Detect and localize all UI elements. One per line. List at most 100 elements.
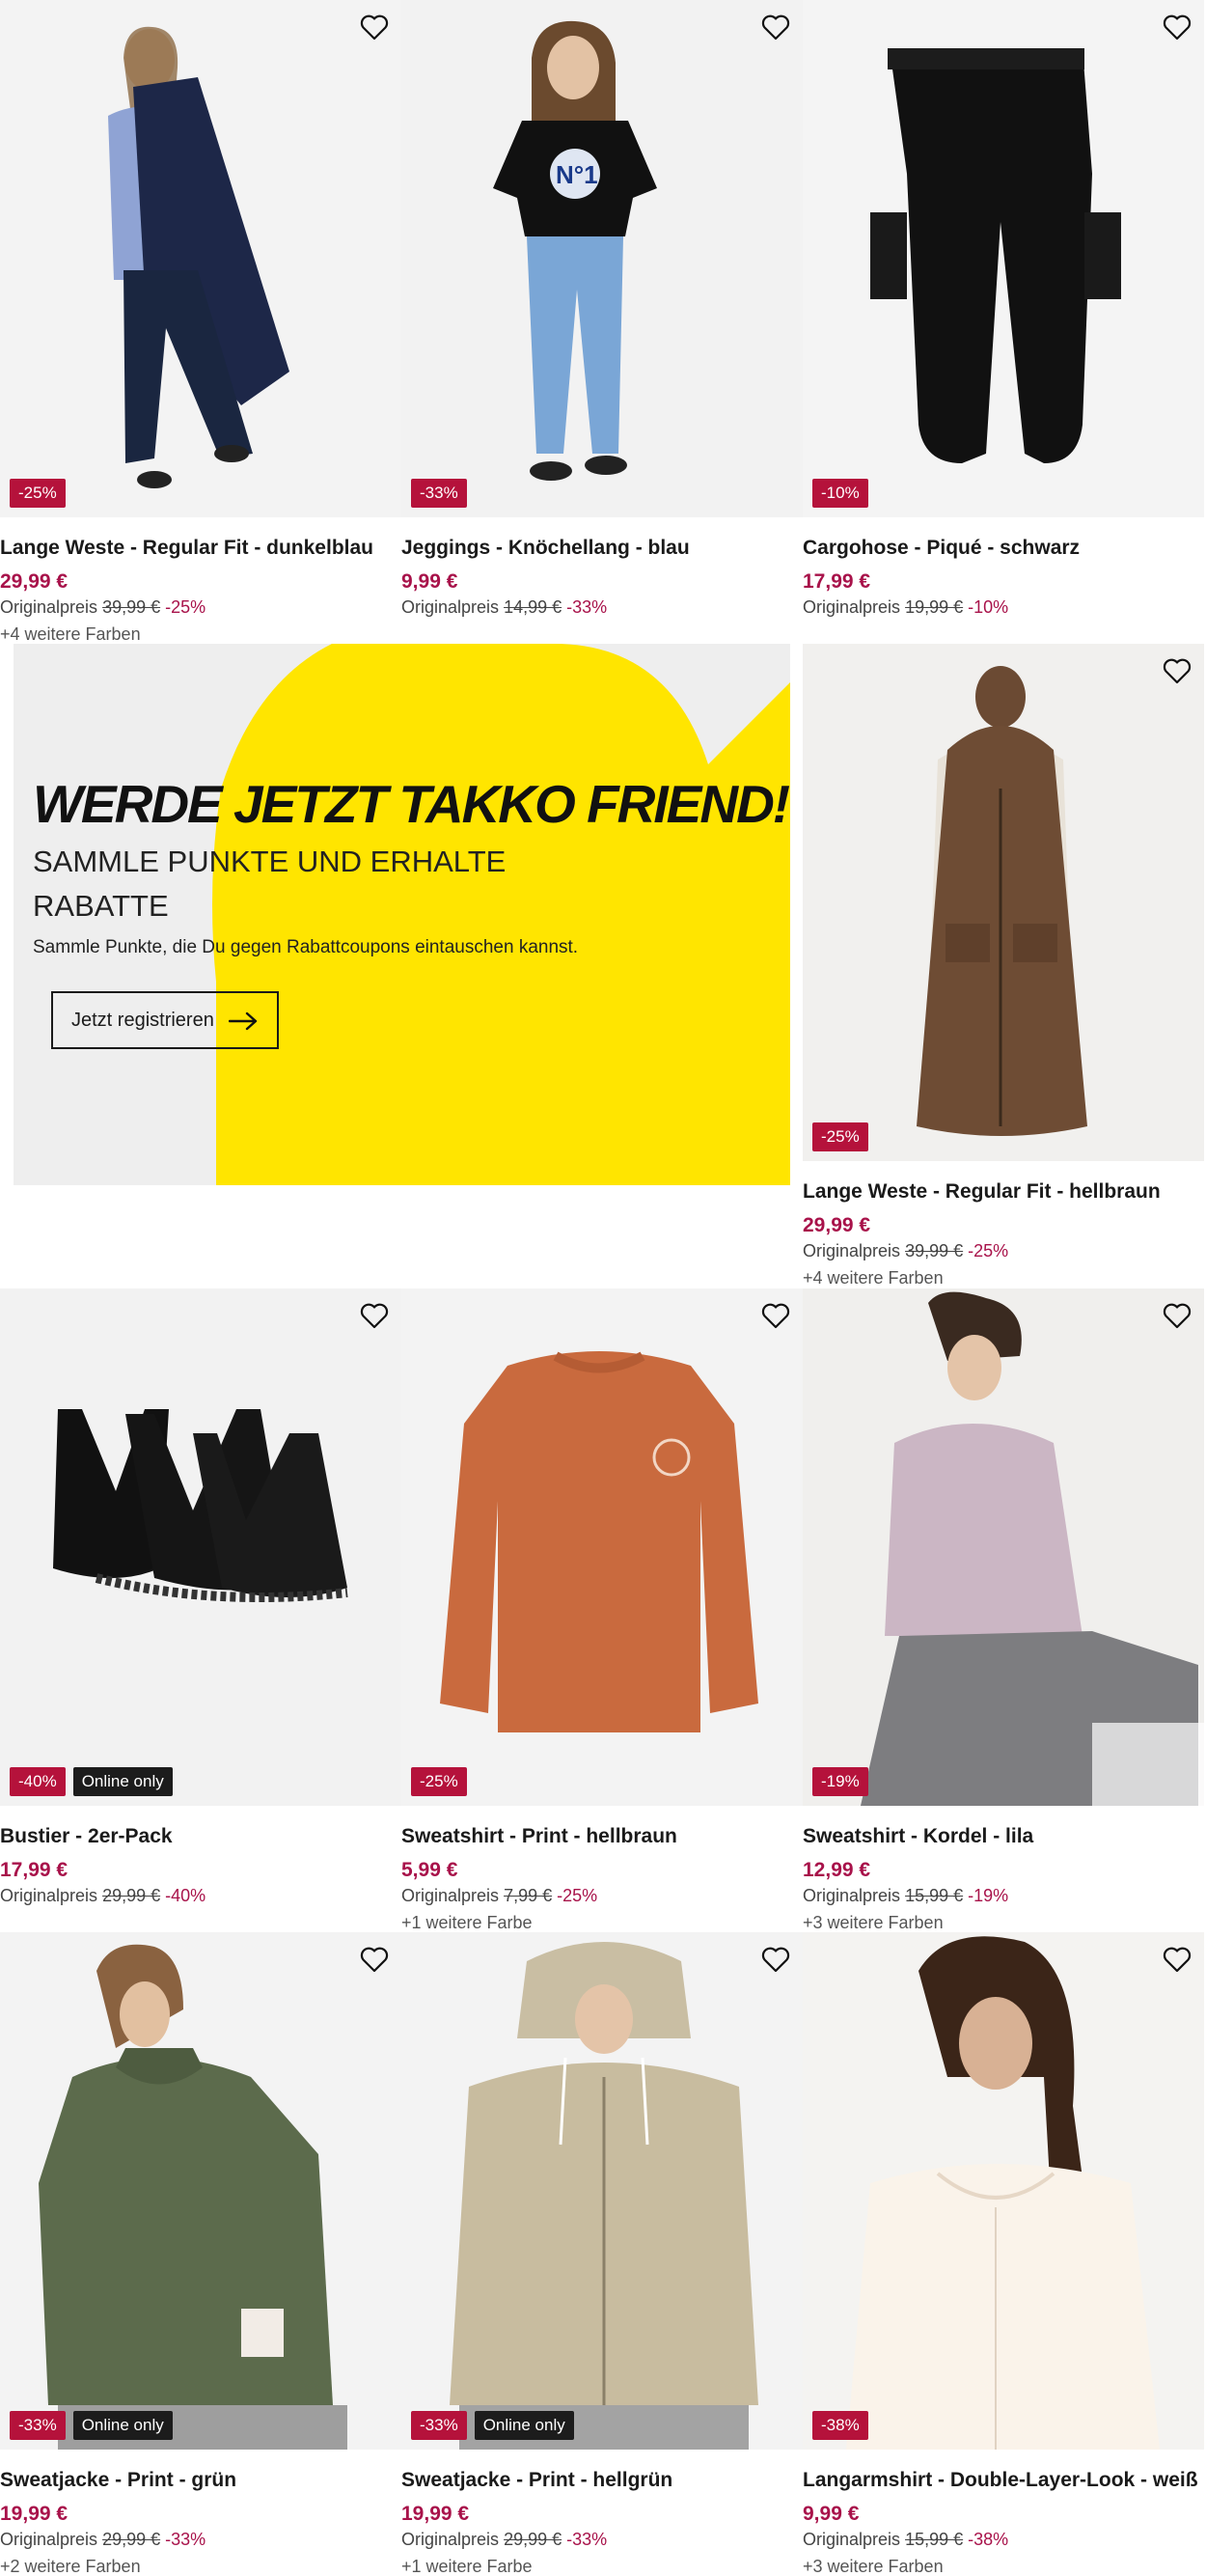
more-colors-link[interactable]: +1 weitere Farbe — [401, 1911, 803, 1934]
sale-price: 17,99 € — [803, 570, 871, 593]
original-price-label: Originalpreis — [803, 597, 901, 617]
more-colors-link[interactable]: +1 weitere Farbe — [401, 2555, 803, 2576]
original-price-line: Originalpreis 15,99 € -38% — [803, 2528, 1204, 2551]
product-title[interactable]: Sweatshirt - Kordel - lila — [803, 1824, 1204, 1849]
product-title[interactable]: Langarmshirt - Double-Layer-Look - weiß — [803, 2468, 1204, 2493]
product-card[interactable]: N°1 -33% Jeggings - Knöchellang - blau 9… — [401, 0, 803, 619]
badge-group: -25% — [812, 1122, 868, 1151]
original-price-label: Originalpreis — [401, 2530, 500, 2549]
product-image[interactable]: -25% — [401, 1288, 803, 1806]
promo-subline: SAMMLE PUNKTE UND ERHALTE RABATTE — [33, 845, 507, 923]
product-title[interactable]: Sweatjacke - Print - hellgrün — [401, 2468, 803, 2493]
badge-group: -33% Online only — [10, 2411, 173, 2440]
heart-outline-icon[interactable] — [758, 10, 793, 44]
more-colors-link[interactable]: +3 weitere Farben — [803, 2555, 1204, 2576]
product-card[interactable]: -10% Cargohose - Piqué - schwarz 17,99 €… — [803, 0, 1204, 619]
promo-headline: WERDE JETZT TAKKO FRIEND! — [33, 774, 790, 834]
badge-group: -38% — [812, 2411, 868, 2440]
online-only-badge: Online only — [72, 2411, 173, 2440]
register-button[interactable]: Jetzt registrieren — [51, 991, 279, 1049]
online-only-badge: Online only — [474, 2411, 574, 2440]
svg-text:N°1: N°1 — [556, 160, 598, 189]
sale-price: 9,99 € — [401, 570, 458, 593]
product-card[interactable]: -33% Online only Sweatjacke - Print - he… — [401, 1932, 803, 2576]
heart-outline-icon[interactable] — [758, 1298, 793, 1333]
badge-group: -19% — [812, 1767, 868, 1796]
heart-outline-icon[interactable] — [357, 1942, 392, 1977]
sale-price: 9,99 € — [803, 2503, 860, 2525]
heart-outline-icon[interactable] — [357, 10, 392, 44]
sale-price: 17,99 € — [0, 1859, 69, 1881]
product-card[interactable]: -40% Online only Bustier - 2er-Pack 17,9… — [0, 1288, 401, 1907]
original-price: 29,99 € — [102, 1886, 161, 1905]
heart-outline-icon[interactable] — [357, 1298, 392, 1333]
product-card[interactable]: -25% Sweatshirt - Print - hellbraun 5,99… — [401, 1288, 803, 1934]
original-price: 29,99 € — [504, 2530, 562, 2549]
product-photo — [803, 644, 1204, 1161]
heart-outline-icon[interactable] — [1160, 10, 1194, 44]
discount-percent: -25% — [968, 1241, 1009, 1260]
more-colors-link[interactable]: +2 weitere Farben — [0, 2555, 401, 2576]
product-title[interactable]: Lange Weste - Regular Fit - hellbraun — [803, 1179, 1204, 1205]
discount-percent: -25% — [557, 1886, 598, 1905]
product-title[interactable]: Bustier - 2er-Pack — [0, 1824, 401, 1849]
arrow-right-icon — [229, 1011, 258, 1031]
product-image[interactable]: -10% — [803, 0, 1204, 517]
product-photo — [803, 0, 1204, 517]
product-image[interactable]: N°1 -33% — [401, 0, 803, 517]
original-price-label: Originalpreis — [0, 597, 98, 617]
product-image[interactable]: -38% — [803, 1932, 1204, 2450]
discount-badge: -40% — [10, 1767, 66, 1796]
discount-badge: -33% — [10, 2411, 66, 2440]
product-title[interactable]: Lange Weste - Regular Fit - dunkelblau — [0, 536, 401, 561]
product-photo: N°1 — [401, 0, 803, 517]
product-image[interactable]: -33% Online only — [0, 1932, 401, 2450]
original-price: 14,99 € — [504, 597, 562, 617]
original-price: 29,99 € — [102, 2530, 161, 2549]
product-photo — [0, 0, 401, 517]
discount-badge: -25% — [812, 1122, 868, 1151]
product-title[interactable]: Sweatshirt - Print - hellbraun — [401, 1824, 803, 1849]
product-card[interactable]: -25% Lange Weste - Regular Fit - dunkelb… — [0, 0, 401, 646]
badge-group: -33% — [411, 479, 467, 508]
product-title[interactable]: Cargohose - Piqué - schwarz — [803, 536, 1204, 561]
heart-outline-icon[interactable] — [758, 1942, 793, 1977]
register-button-label: Jetzt registrieren — [71, 1009, 214, 1031]
heart-outline-icon[interactable] — [1160, 653, 1194, 688]
product-title[interactable]: Jeggings - Knöchellang - blau — [401, 536, 803, 561]
product-card[interactable]: -25% Lange Weste - Regular Fit - hellbra… — [803, 644, 1204, 1289]
discount-percent: -10% — [968, 597, 1009, 617]
more-colors-link[interactable]: +4 weitere Farben — [0, 623, 401, 646]
original-price-line: Originalpreis 39,99 € -25% — [803, 1239, 1204, 1262]
product-image[interactable]: -25% — [0, 0, 401, 517]
online-only-badge: Online only — [72, 1767, 173, 1796]
discount-percent: -33% — [566, 2530, 608, 2549]
takko-friend-promo-banner[interactable]: WERDE JETZT TAKKO FRIEND! SAMMLE PUNKTE … — [14, 644, 790, 1185]
product-image[interactable]: -33% Online only — [401, 1932, 803, 2450]
product-image[interactable]: -40% Online only — [0, 1288, 401, 1806]
discount-percent: -38% — [968, 2530, 1009, 2549]
product-photo — [0, 1932, 401, 2450]
product-card[interactable]: -19% Sweatshirt - Kordel - lila 12,99 € … — [803, 1288, 1204, 1934]
product-title[interactable]: Sweatjacke - Print - grün — [0, 2468, 401, 2493]
discount-percent: -33% — [165, 2530, 206, 2549]
product-photo — [803, 1288, 1204, 1806]
sale-price: 12,99 € — [803, 1859, 871, 1881]
sale-price: 29,99 € — [803, 1214, 871, 1236]
product-card[interactable]: -38% Langarmshirt - Double-Layer-Look - … — [803, 1932, 1204, 2576]
badge-group: -25% — [10, 479, 66, 508]
heart-outline-icon[interactable] — [1160, 1298, 1194, 1333]
discount-badge: -10% — [812, 479, 868, 508]
original-price-label: Originalpreis — [803, 1241, 901, 1260]
product-card[interactable]: -33% Online only Sweatjacke - Print - gr… — [0, 1932, 401, 2576]
original-price-line: Originalpreis 7,99 € -25% — [401, 1884, 803, 1907]
product-image[interactable]: -25% — [803, 644, 1204, 1161]
heart-outline-icon[interactable] — [1160, 1942, 1194, 1977]
original-price-label: Originalpreis — [803, 2530, 901, 2549]
original-price: 39,99 € — [905, 1241, 964, 1260]
product-image[interactable]: -19% — [803, 1288, 1204, 1806]
discount-badge: -25% — [411, 1767, 467, 1796]
more-colors-link[interactable]: +4 weitere Farben — [803, 1266, 1204, 1289]
sale-price: 5,99 € — [401, 1859, 458, 1881]
more-colors-link[interactable]: +3 weitere Farben — [803, 1911, 1204, 1934]
